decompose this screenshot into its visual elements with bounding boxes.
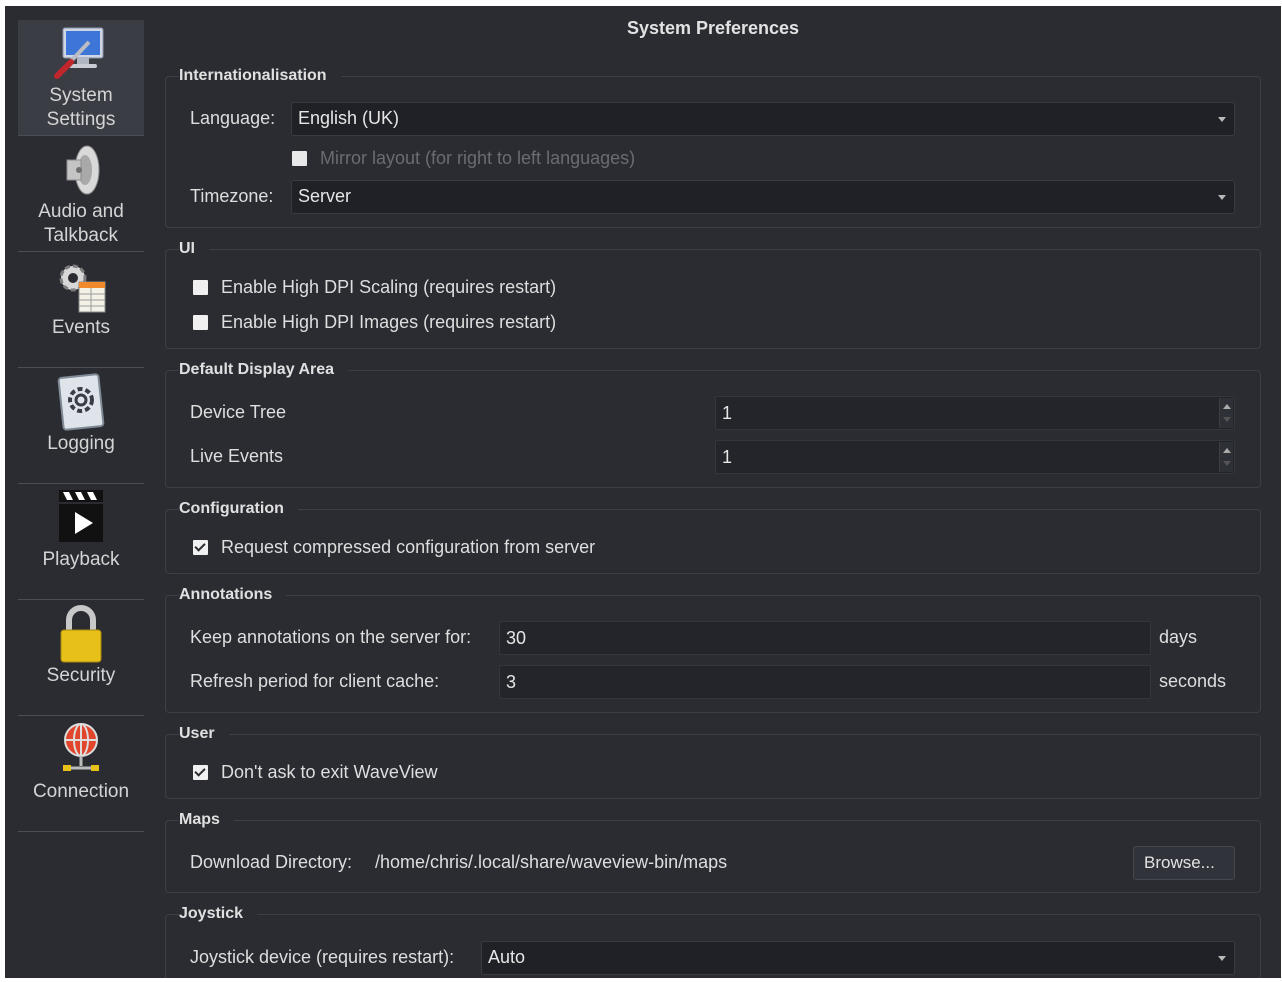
refresh-period-value: 3 [506, 672, 517, 692]
sidebar-item-label: Playback [42, 549, 120, 570]
speaker-icon [66, 145, 100, 195]
logging-icon [57, 373, 105, 431]
device-tree-label: Device Tree [190, 402, 287, 422]
group-title-maps: Maps [179, 811, 234, 829]
timezone-label: Timezone: [190, 186, 274, 206]
refresh-period-unit: seconds [1159, 671, 1227, 691]
live-events-value: 1 [722, 447, 733, 467]
browse-button[interactable]: Browse... [1133, 846, 1235, 880]
compressed-config-label: Request compressed configuration from se… [221, 537, 596, 557]
refresh-period-label: Refresh period for client cache: [190, 671, 440, 691]
sidebar-item-security[interactable]: Security [18, 600, 144, 716]
sidebar-item-system-settings[interactable]: System Settings [18, 20, 144, 136]
group-title-internationalisation: Internationalisation [179, 67, 341, 85]
sidebar-item-label: Connection [32, 781, 130, 802]
dont-ask-exit-label: Don't ask to exit WaveView [221, 762, 438, 782]
download-directory-label: Download Directory: [190, 852, 353, 872]
device-tree-value: 1 [722, 403, 733, 423]
checkbox-box [292, 151, 307, 166]
live-events-label: Live Events [190, 446, 284, 466]
group-title-default-display-area: Default Display Area [179, 361, 349, 379]
group-ui [165, 249, 1261, 349]
refresh-period-input[interactable]: 3 [499, 665, 1151, 699]
system-settings-icon [54, 27, 104, 79]
sidebar-item-logging[interactable]: Logging [18, 368, 144, 484]
timezone-value: Server [298, 186, 352, 206]
padlock-icon [60, 605, 102, 663]
page-title: System Preferences [626, 18, 800, 38]
download-directory-path: /home/chris/.local/share/waveview-bin/ma… [375, 852, 728, 872]
timezone-dropdown[interactable]: Server [291, 180, 1235, 214]
joystick-device-value: Auto [488, 947, 526, 967]
sidebar-item-playback[interactable]: Playback [18, 484, 144, 600]
high-dpi-scaling-checkbox[interactable]: Enable High DPI Scaling (requires restar… [193, 277, 556, 298]
group-title-annotations: Annotations [179, 586, 287, 604]
sidebar-item-label: System Settings [46, 85, 116, 130]
spin-arrows-icon[interactable] [1219, 442, 1233, 472]
keep-annotations-label: Keep annotations on the server for: [190, 627, 472, 647]
main-panel: System Preferences Internationalisation … [163, 6, 1263, 978]
group-title-user: User [179, 725, 229, 743]
keep-annotations-value: 30 [506, 628, 527, 648]
sidebar: System Settings Audio and Talkback Event… [18, 20, 144, 832]
sidebar-item-label: Audio and Talkback [38, 201, 124, 246]
chevron-down-icon [1218, 956, 1226, 961]
sidebar-item-label: Events [51, 317, 111, 338]
high-dpi-images-label: Enable High DPI Images (requires restart… [221, 312, 557, 332]
chevron-down-icon [1218, 195, 1226, 200]
language-dropdown[interactable]: English (UK) [291, 102, 1235, 136]
keep-annotations-unit: days [1159, 627, 1198, 647]
language-label: Language: [190, 108, 276, 128]
joystick-device-label: Joystick device (requires restart): [190, 947, 455, 967]
live-events-spinbox[interactable]: 1 [715, 440, 1235, 474]
dont-ask-exit-checkbox[interactable]: Don't ask to exit WaveView [193, 762, 438, 783]
group-title-joystick: Joystick [179, 905, 258, 923]
joystick-device-dropdown[interactable]: Auto [481, 941, 1235, 975]
sidebar-item-events[interactable]: Events [18, 252, 144, 368]
sidebar-item-label: Logging [47, 433, 115, 454]
mirror-layout-label: Mirror layout (for right to left languag… [320, 148, 636, 168]
high-dpi-scaling-label: Enable High DPI Scaling (requires restar… [221, 277, 557, 297]
checkbox-box [193, 540, 208, 555]
compressed-config-checkbox[interactable]: Request compressed configuration from se… [193, 537, 595, 558]
chevron-down-icon [1218, 117, 1226, 122]
group-title-configuration: Configuration [179, 500, 298, 518]
high-dpi-images-checkbox[interactable]: Enable High DPI Images (requires restart… [193, 312, 556, 333]
checkbox-box [193, 280, 208, 295]
checkbox-box [193, 315, 208, 330]
language-value: English (UK) [298, 108, 400, 128]
spin-arrows-icon[interactable] [1219, 398, 1233, 428]
globe-icon [63, 723, 99, 771]
clapperboard-icon [59, 490, 103, 542]
sidebar-item-label: Security [46, 665, 116, 686]
events-icon [59, 264, 106, 313]
group-title-ui: UI [179, 240, 209, 258]
preferences-window: System Settings Audio and Talkback Event… [5, 6, 1281, 978]
sidebar-item-connection[interactable]: Connection [18, 716, 144, 832]
checkbox-box [193, 765, 208, 780]
mirror-layout-checkbox[interactable]: Mirror layout (for right to left languag… [292, 148, 635, 169]
device-tree-spinbox[interactable]: 1 [715, 396, 1235, 430]
sidebar-item-audio-and-talkback[interactable]: Audio and Talkback [18, 136, 144, 252]
keep-annotations-input[interactable]: 30 [499, 621, 1151, 655]
